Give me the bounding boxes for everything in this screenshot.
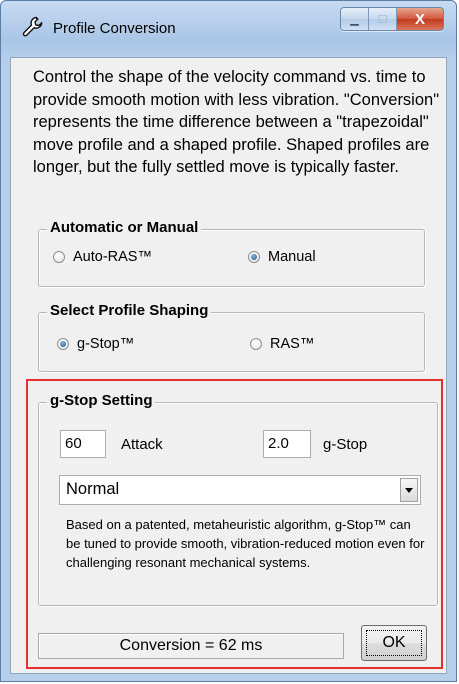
radio-auto-ras-label[interactable]: Auto-RAS™: [73, 249, 152, 265]
mode-group-label: Automatic or Manual: [47, 219, 202, 236]
minimize-icon: ▁: [350, 13, 359, 26]
gstop-label: g-Stop: [323, 436, 368, 453]
mode-groupbox: Automatic or Manual Auto-RAS™ Manual: [38, 219, 425, 287]
close-button[interactable]: X: [397, 8, 443, 30]
radio-ras-label[interactable]: RAS™: [270, 336, 314, 352]
gstop-group-label: g-Stop Setting: [47, 392, 156, 409]
dialog-client-area: Control the shape of the velocity comman…: [10, 57, 447, 674]
profile-conversion-window: Profile Conversion ▁ ☐ X Control the sha…: [0, 0, 457, 682]
gstop-note: Based on a patented, metaheuristic algor…: [66, 517, 425, 570]
focus-rectangle: [366, 630, 422, 656]
window-title: Profile Conversion: [53, 20, 176, 37]
radio-manual-indicator[interactable]: [248, 251, 260, 263]
ok-button[interactable]: OK: [361, 625, 427, 661]
preset-dropdown[interactable]: Normal: [59, 475, 421, 505]
maximize-button[interactable]: ☐: [369, 8, 397, 30]
maximize-icon: ☐: [377, 13, 388, 26]
radio-ras[interactable]: RAS™: [250, 336, 314, 352]
radio-manual[interactable]: Manual: [248, 249, 316, 265]
radio-g-stop-label[interactable]: g-Stop™: [77, 336, 134, 352]
radio-auto-ras[interactable]: Auto-RAS™: [53, 249, 152, 265]
description-text: Control the shape of the velocity comman…: [33, 68, 440, 176]
radio-g-stop-indicator[interactable]: [57, 338, 69, 350]
wrench-icon: [22, 16, 43, 37]
attack-label: Attack: [121, 436, 163, 453]
gstop-input[interactable]: 2.0: [263, 430, 311, 458]
radio-manual-label[interactable]: Manual: [268, 249, 316, 265]
radio-ras-indicator[interactable]: [250, 338, 262, 350]
title-bar[interactable]: Profile Conversion ▁ ☐ X: [1, 1, 456, 57]
radio-g-stop[interactable]: g-Stop™: [57, 336, 134, 352]
shaping-groupbox: Select Profile Shaping g-Stop™ RAS™: [38, 302, 425, 372]
minimize-button[interactable]: ▁: [341, 8, 369, 30]
conversion-status: Conversion = 62 ms: [38, 633, 344, 659]
shaping-group-label: Select Profile Shaping: [47, 302, 212, 319]
chevron-down-icon[interactable]: [400, 478, 418, 502]
preset-dropdown-value: Normal: [66, 480, 120, 498]
attack-input[interactable]: 60: [60, 430, 106, 458]
radio-auto-ras-indicator[interactable]: [53, 251, 65, 263]
window-controls: ▁ ☐ X: [340, 7, 444, 31]
close-icon: X: [414, 10, 425, 28]
